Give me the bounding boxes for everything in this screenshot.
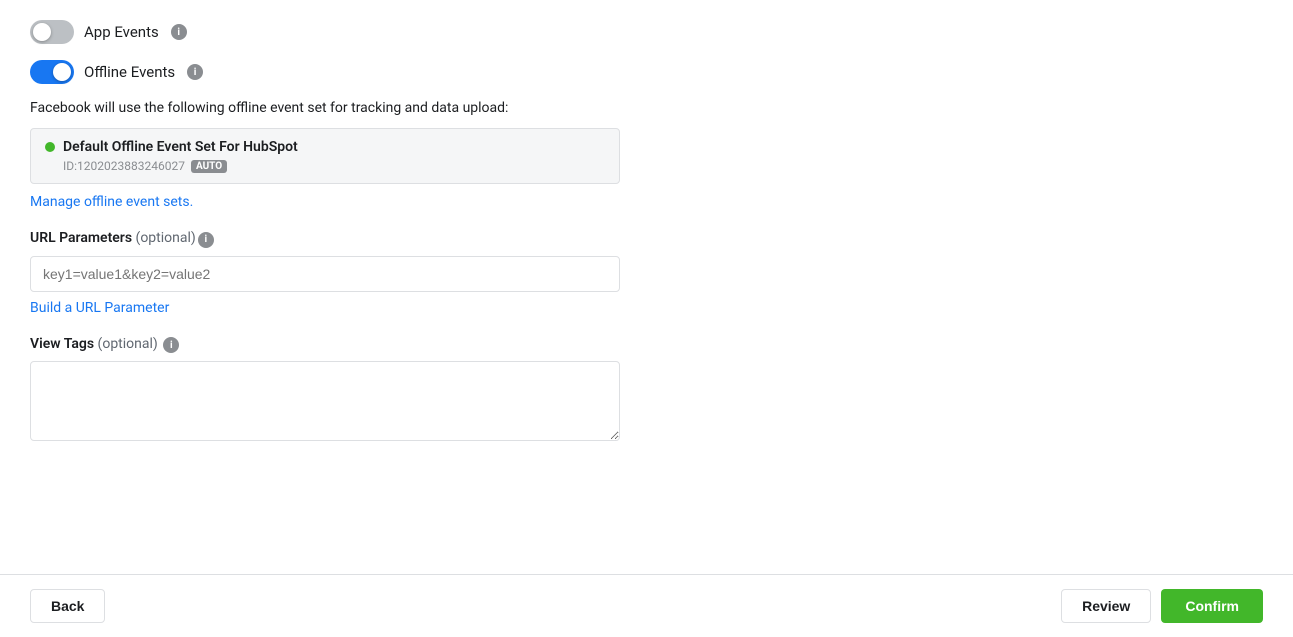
offline-events-slider	[30, 60, 74, 84]
event-set-name-text: Default Offline Event Set For HubSpot	[63, 139, 298, 155]
event-set-id-text: ID:1202023883246027	[63, 159, 185, 173]
footer: Back Review Confirm	[0, 574, 1293, 637]
main-content: App Events i Offline Events i Facebook w…	[0, 0, 1293, 574]
app-events-row: App Events i	[30, 20, 1263, 44]
offline-events-label: Offline Events	[84, 63, 175, 81]
confirm-button[interactable]: Confirm	[1161, 589, 1263, 623]
url-parameters-input[interactable]	[30, 256, 620, 292]
event-set-id-row: ID:1202023883246027 AUTO	[45, 159, 605, 173]
view-tags-info-icon[interactable]: i	[163, 337, 179, 353]
event-set-name-row: Default Offline Event Set For HubSpot	[45, 139, 605, 155]
app-events-info-icon[interactable]: i	[171, 24, 187, 40]
url-parameters-label: URL Parameters (optional)i	[30, 230, 1263, 248]
footer-left: Back	[30, 589, 105, 623]
event-set-box: Default Offline Event Set For HubSpot ID…	[30, 128, 620, 184]
app-events-toggle[interactable]	[30, 20, 74, 44]
view-tags-optional: (optional)	[98, 336, 158, 352]
green-dot-icon	[45, 142, 55, 152]
offline-events-info-icon[interactable]: i	[187, 64, 203, 80]
back-button[interactable]: Back	[30, 589, 105, 623]
offline-events-row: Offline Events i	[30, 60, 1263, 84]
offline-description: Facebook will use the following offline …	[30, 100, 1263, 116]
auto-badge: AUTO	[191, 160, 227, 173]
app-events-label: App Events	[84, 23, 159, 41]
offline-events-toggle[interactable]	[30, 60, 74, 84]
view-tags-label: View Tags (optional) i	[30, 336, 1263, 354]
app-events-slider	[30, 20, 74, 44]
review-button[interactable]: Review	[1061, 589, 1151, 623]
manage-offline-link[interactable]: Manage offline event sets.	[30, 194, 193, 210]
build-url-parameter-link[interactable]: Build a URL Parameter	[30, 300, 169, 316]
view-tags-textarea[interactable]	[30, 361, 620, 441]
url-parameters-info-icon[interactable]: i	[198, 232, 214, 248]
footer-right: Review Confirm	[1061, 589, 1263, 623]
